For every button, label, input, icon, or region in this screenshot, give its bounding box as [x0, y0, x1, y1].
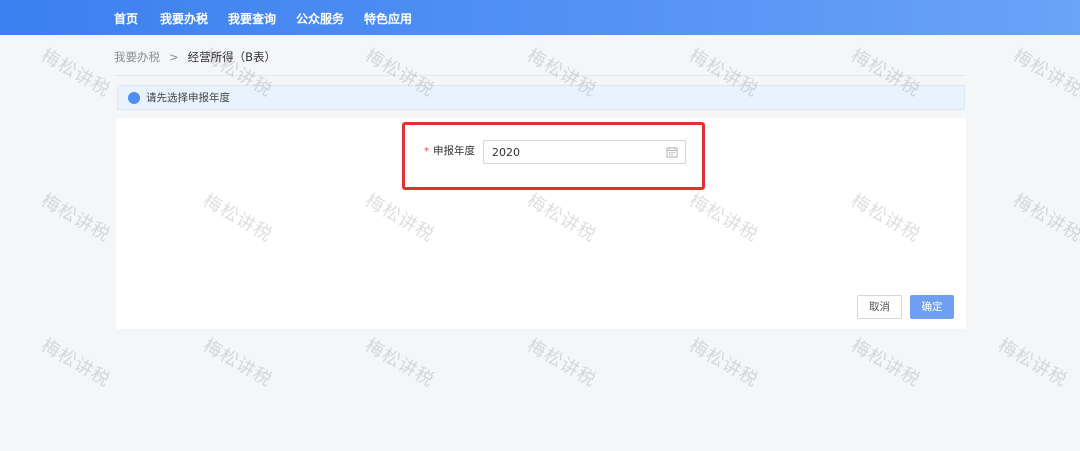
calendar-icon[interactable] [666, 146, 678, 158]
notice-text: 请先选择申报年度 [146, 92, 230, 104]
watermark: 梅松讲税 [847, 335, 924, 392]
watermark: 梅松讲税 [199, 335, 276, 392]
watermark: 梅松讲税 [1009, 45, 1080, 102]
cancel-button[interactable]: 取消 [857, 295, 902, 319]
required-marker: * [424, 146, 429, 157]
nav-item-public-service[interactable]: 公众服务 [296, 0, 344, 35]
nav-item-tax-handling[interactable]: 我要办税 [160, 0, 208, 35]
year-field-label: 申报年度 [433, 145, 475, 157]
year-input[interactable] [483, 140, 686, 164]
watermark: 梅松讲税 [523, 335, 600, 392]
info-icon [128, 92, 140, 104]
breadcrumb-current: 经营所得（B表） [187, 50, 277, 64]
watermark: 梅松讲税 [361, 335, 438, 392]
watermark: 梅松讲税 [685, 335, 762, 392]
confirm-button[interactable]: 确定 [910, 295, 954, 319]
info-notice: 请先选择申报年度 [117, 85, 965, 110]
breadcrumb: 我要办税 > 经营所得（B表） [114, 48, 276, 66]
nav-item-special-apps[interactable]: 特色应用 [364, 0, 412, 35]
breadcrumb-parent-link[interactable]: 我要办税 [114, 50, 160, 64]
breadcrumb-separator: > [169, 50, 179, 64]
watermark: 梅松讲税 [37, 335, 114, 392]
watermark: 梅松讲税 [1009, 190, 1080, 247]
breadcrumb-divider [114, 75, 966, 76]
nav-item-query[interactable]: 我要查询 [228, 0, 276, 35]
nav-item-home[interactable]: 首页 [114, 0, 138, 35]
top-nav-bar: 首页 我要办税 我要查询 公众服务 特色应用 [0, 0, 1080, 35]
watermark: 梅松讲税 [994, 335, 1071, 392]
